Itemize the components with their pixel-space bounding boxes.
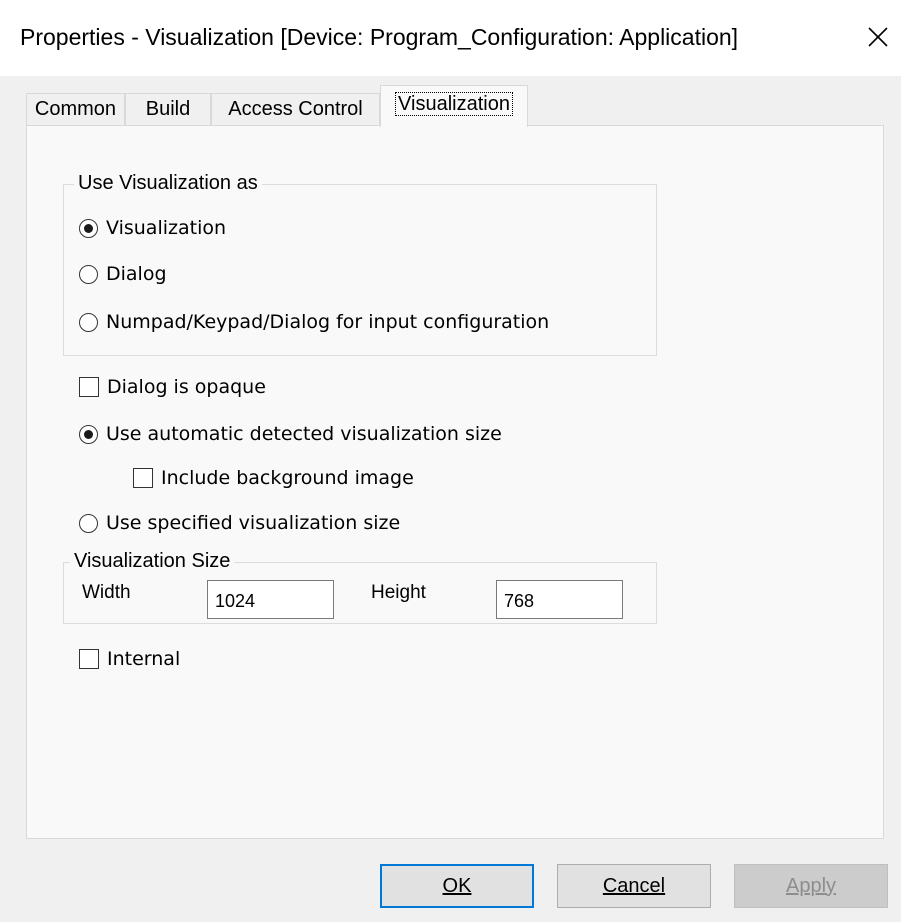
tab-access-control[interactable]: Access Control xyxy=(211,93,380,125)
tab-build[interactable]: Build xyxy=(125,93,211,125)
radio-button[interactable] xyxy=(79,312,98,332)
close-button[interactable] xyxy=(855,14,901,60)
radio-label: Use automatic detected visualization siz… xyxy=(106,423,502,445)
cancel-label: Cancel xyxy=(602,874,666,897)
cancel-button[interactable]: Cancel xyxy=(557,864,711,908)
radio-visualization[interactable]: Visualization xyxy=(79,217,226,239)
apply-button[interactable]: Apply xyxy=(734,864,888,908)
radio-label: Use specified visualization size xyxy=(106,512,401,534)
checkbox-label: Internal xyxy=(107,648,181,670)
radio-label: Numpad/Keypad/Dialog for input configura… xyxy=(106,311,550,333)
checkbox[interactable] xyxy=(79,377,99,397)
close-icon xyxy=(868,27,888,47)
radio-button[interactable] xyxy=(79,264,98,284)
ok-label: OK xyxy=(442,874,472,897)
tab-label: Common xyxy=(34,98,117,120)
radio-button[interactable] xyxy=(79,513,98,533)
radio-dialog[interactable]: Dialog xyxy=(79,263,167,285)
checkbox-internal[interactable]: Internal xyxy=(79,648,180,670)
checkbox-label: Include background image xyxy=(161,467,414,489)
radio-numpad[interactable]: Numpad/Keypad/Dialog for input configura… xyxy=(79,311,549,333)
title-bar: Properties - Visualization [Device: Prog… xyxy=(0,0,901,76)
visualization-size-legend: Visualization Size xyxy=(70,550,235,573)
tab-panel-visualization: Use Visualization as Visualization Dialo… xyxy=(26,125,884,839)
use-as-legend: Use Visualization as xyxy=(74,172,262,195)
checkbox-dialog-opaque[interactable]: Dialog is opaque xyxy=(79,376,266,398)
width-input[interactable]: 1024 xyxy=(207,580,334,619)
tab-visualization[interactable]: Visualization xyxy=(380,85,528,127)
window-title: Properties - Visualization [Device: Prog… xyxy=(20,24,739,50)
ok-button[interactable]: OK xyxy=(380,864,534,908)
radio-label: Visualization xyxy=(106,217,227,239)
checkbox[interactable] xyxy=(79,649,99,669)
radio-auto-size[interactable]: Use automatic detected visualization siz… xyxy=(79,423,502,445)
tab-label: Visualization xyxy=(395,91,513,116)
tab-label: Build xyxy=(145,98,191,120)
radio-label: Dialog xyxy=(106,263,167,285)
checkbox-include-background[interactable]: Include background image xyxy=(133,467,414,489)
tab-label: Access Control xyxy=(228,98,363,120)
radio-specified-size[interactable]: Use specified visualization size xyxy=(79,512,400,534)
height-label: Height xyxy=(371,582,426,603)
radio-button[interactable] xyxy=(79,424,98,444)
radio-button[interactable] xyxy=(79,218,98,238)
tab-common[interactable]: Common xyxy=(26,93,125,125)
checkbox[interactable] xyxy=(133,468,153,488)
checkbox-label: Dialog is opaque xyxy=(107,376,266,398)
height-input[interactable]: 768 xyxy=(496,580,623,619)
width-label: Width xyxy=(82,582,131,603)
apply-label: Apply xyxy=(785,874,837,897)
